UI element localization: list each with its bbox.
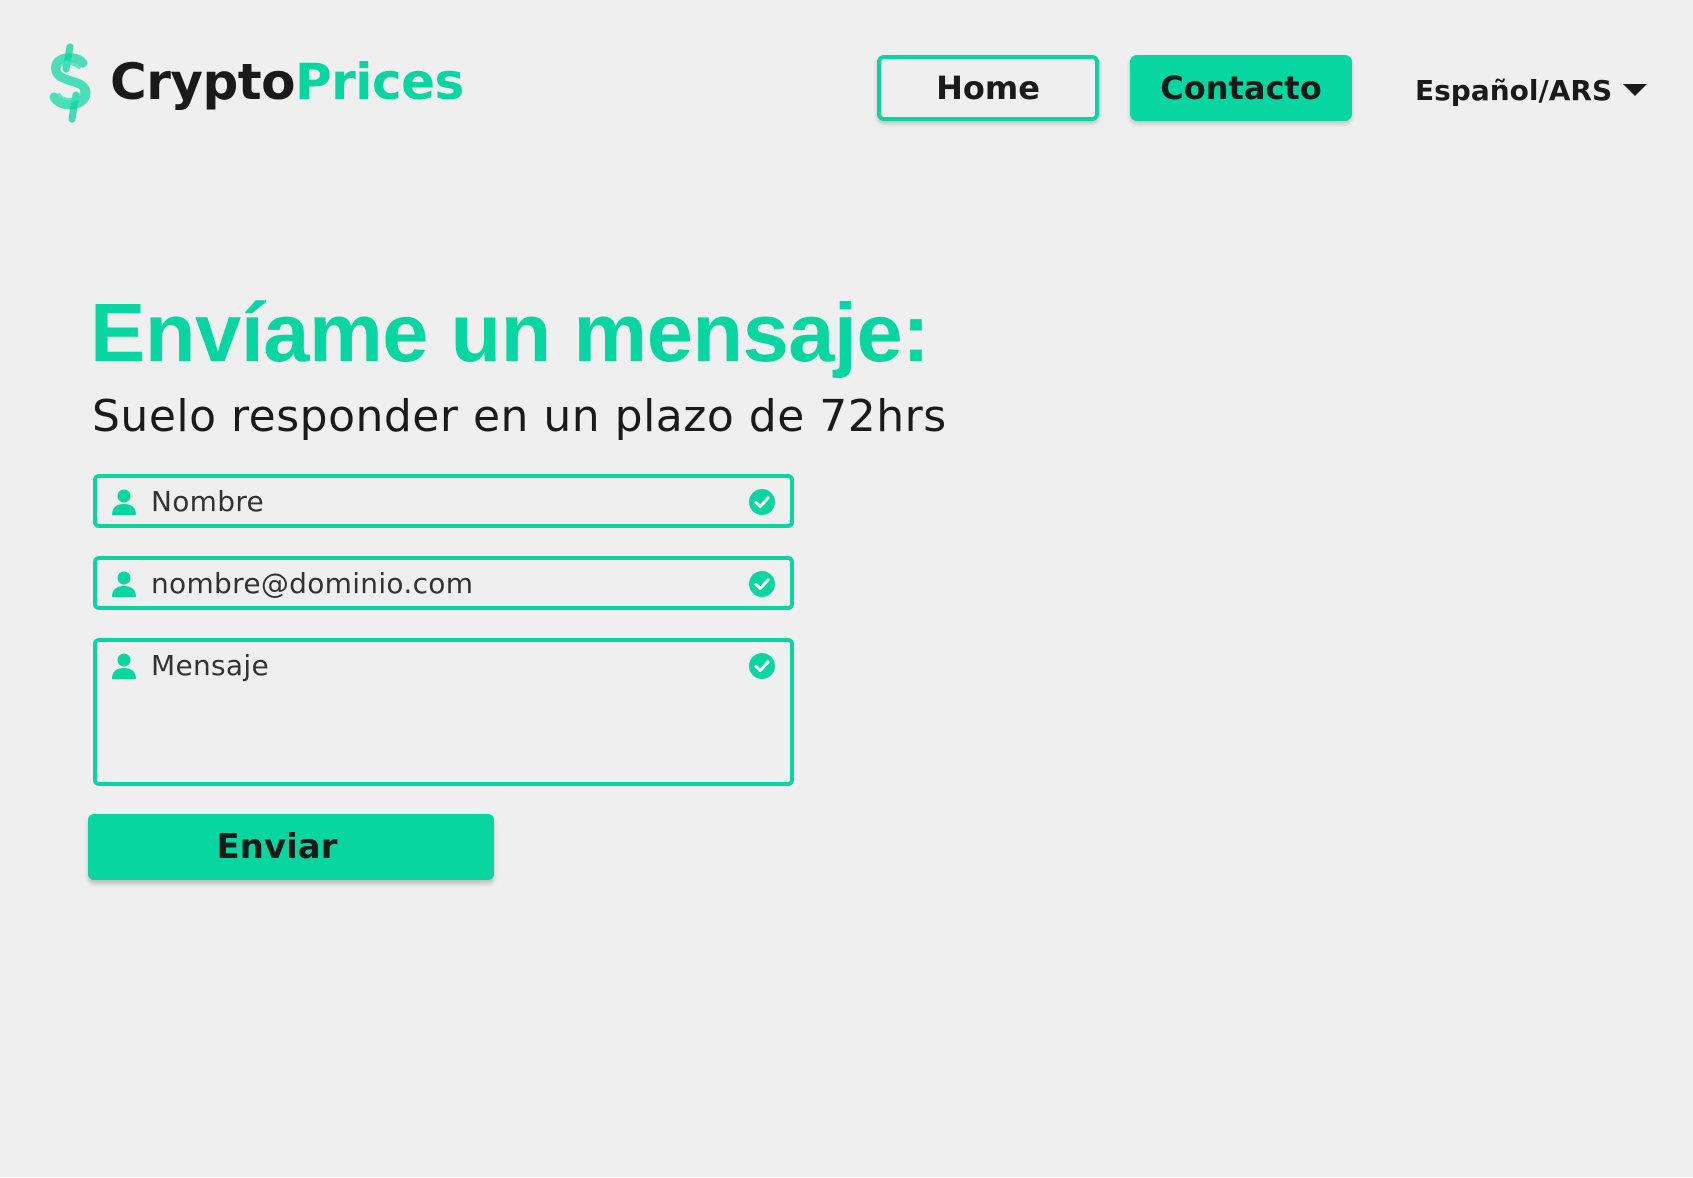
email-field[interactable]: nombre@dominio.com (93, 556, 794, 610)
message-placeholder: Mensaje (151, 649, 269, 682)
send-button-label: Enviar (216, 827, 338, 867)
logo[interactable]: CryptoPrices (46, 40, 464, 124)
check-circle-icon (749, 571, 775, 597)
dollar-sign-icon (49, 43, 91, 123)
page-title: Envíame un mensaje: (90, 286, 930, 379)
user-icon (112, 653, 136, 679)
logo-text-crypto: Crypto (110, 53, 296, 111)
user-icon (112, 571, 136, 597)
message-textarea[interactable]: Mensaje (93, 638, 794, 786)
caret-down-icon (1623, 84, 1648, 96)
canvas: CryptoPrices Home Contacto Español/ARS E… (0, 0, 1693, 1178)
contact-page: CryptoPrices Home Contacto Español/ARS E… (0, 0, 1693, 1177)
email-placeholder: nombre@dominio.com (151, 567, 474, 600)
check-circle-icon (749, 489, 775, 515)
contact-button[interactable]: Contacto (1130, 55, 1352, 121)
user-icon (112, 489, 136, 515)
home-button[interactable]: Home (877, 55, 1099, 121)
name-field[interactable]: Nombre (93, 474, 794, 528)
check-circle-icon (749, 653, 775, 679)
name-placeholder: Nombre (151, 485, 265, 518)
language-currency-label: Español/ARS (1415, 73, 1613, 107)
home-button-label: Home (936, 69, 1040, 107)
language-currency-dropdown[interactable]: Español/ARS (1415, 70, 1648, 110)
logo-text: CryptoPrices (110, 57, 464, 107)
page-subtitle: Suelo responder en un plazo de 72hrs (92, 391, 947, 442)
logo-text-prices: Prices (295, 53, 464, 111)
send-button[interactable]: Enviar (88, 814, 494, 880)
contact-button-label: Contacto (1160, 69, 1322, 107)
